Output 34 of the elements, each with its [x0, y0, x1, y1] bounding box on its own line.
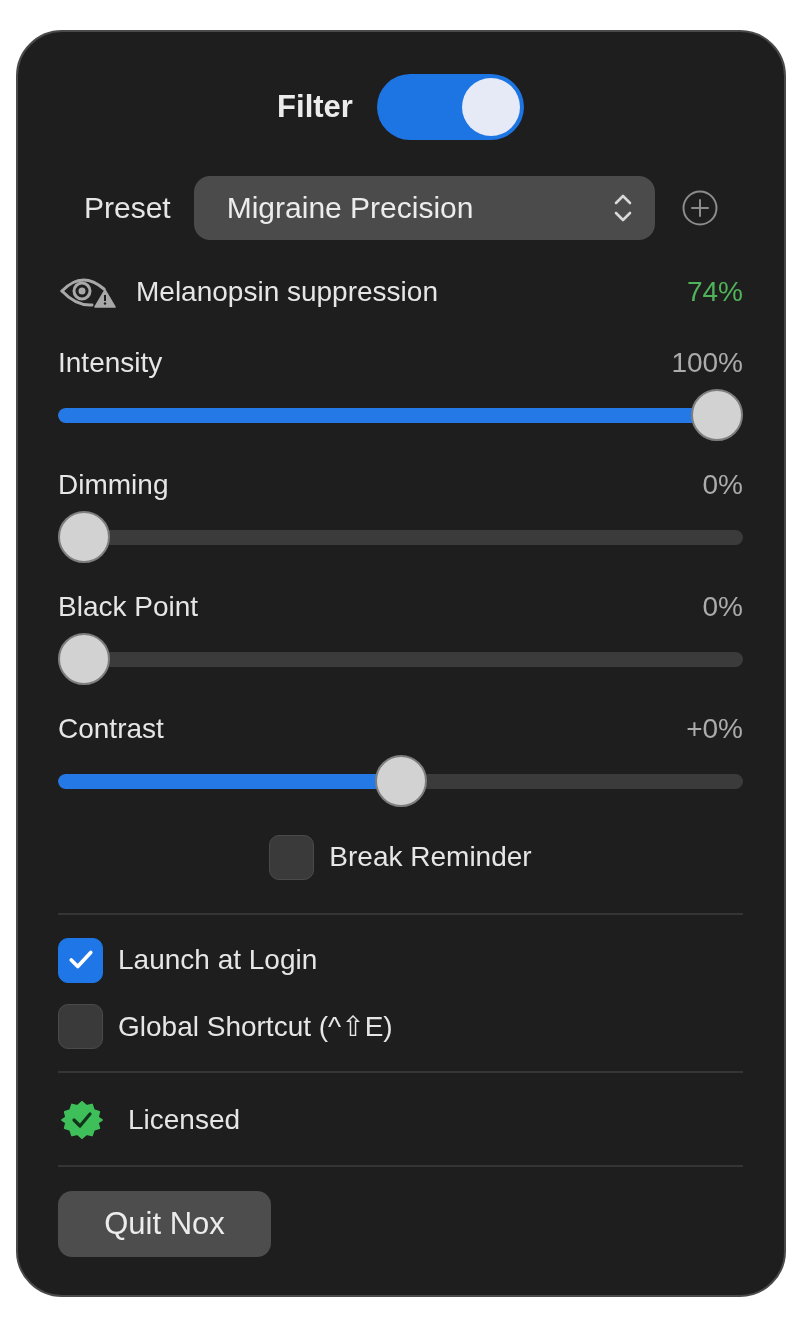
checkbox-label: Global Shortcut (^⇧E): [118, 1009, 393, 1043]
checkbox[interactable]: [58, 937, 103, 983]
chevron-up-down-icon: [613, 192, 633, 224]
add-icon[interactable]: [682, 190, 718, 226]
melanopsin-label: Melanopsin suppression: [136, 276, 438, 308]
slider-thumb[interactable]: [58, 633, 110, 685]
slider[interactable]: [58, 511, 743, 563]
slider-label: Black Point: [58, 591, 199, 623]
slider[interactable]: [58, 389, 743, 441]
preset-label: Preset: [84, 191, 171, 225]
preset-dropdown[interactable]: Migraine Precision: [193, 176, 655, 240]
checkbox-label: Break Reminder: [329, 841, 532, 873]
slider-value: 0%: [702, 469, 743, 501]
melanopsin-value: 74%: [686, 276, 743, 308]
slider-thumb[interactable]: [58, 511, 110, 563]
checkmark-icon: [67, 949, 94, 971]
slider-thumb[interactable]: [691, 389, 743, 441]
slider-value: 100%: [671, 347, 743, 379]
verified-badge-icon: [60, 1098, 104, 1142]
license-status: Licensed: [128, 1104, 241, 1136]
slider[interactable]: [58, 755, 743, 807]
quit-button[interactable]: Quit Nox: [58, 1191, 271, 1257]
slider-label: Intensity: [58, 347, 163, 379]
slider-label: Contrast: [58, 713, 164, 745]
checkbox[interactable]: [269, 834, 315, 880]
slider-value: 0%: [702, 591, 743, 623]
filter-label: Filter: [277, 89, 353, 125]
slider-label: Dimming: [58, 469, 169, 501]
eye-warning-icon: [60, 276, 116, 308]
slider-thumb[interactable]: [374, 755, 427, 807]
slider[interactable]: [58, 633, 743, 685]
checkbox-label: Launch at Login: [118, 944, 318, 976]
checkbox[interactable]: [58, 1003, 103, 1049]
slider-value: +0%: [686, 713, 743, 745]
